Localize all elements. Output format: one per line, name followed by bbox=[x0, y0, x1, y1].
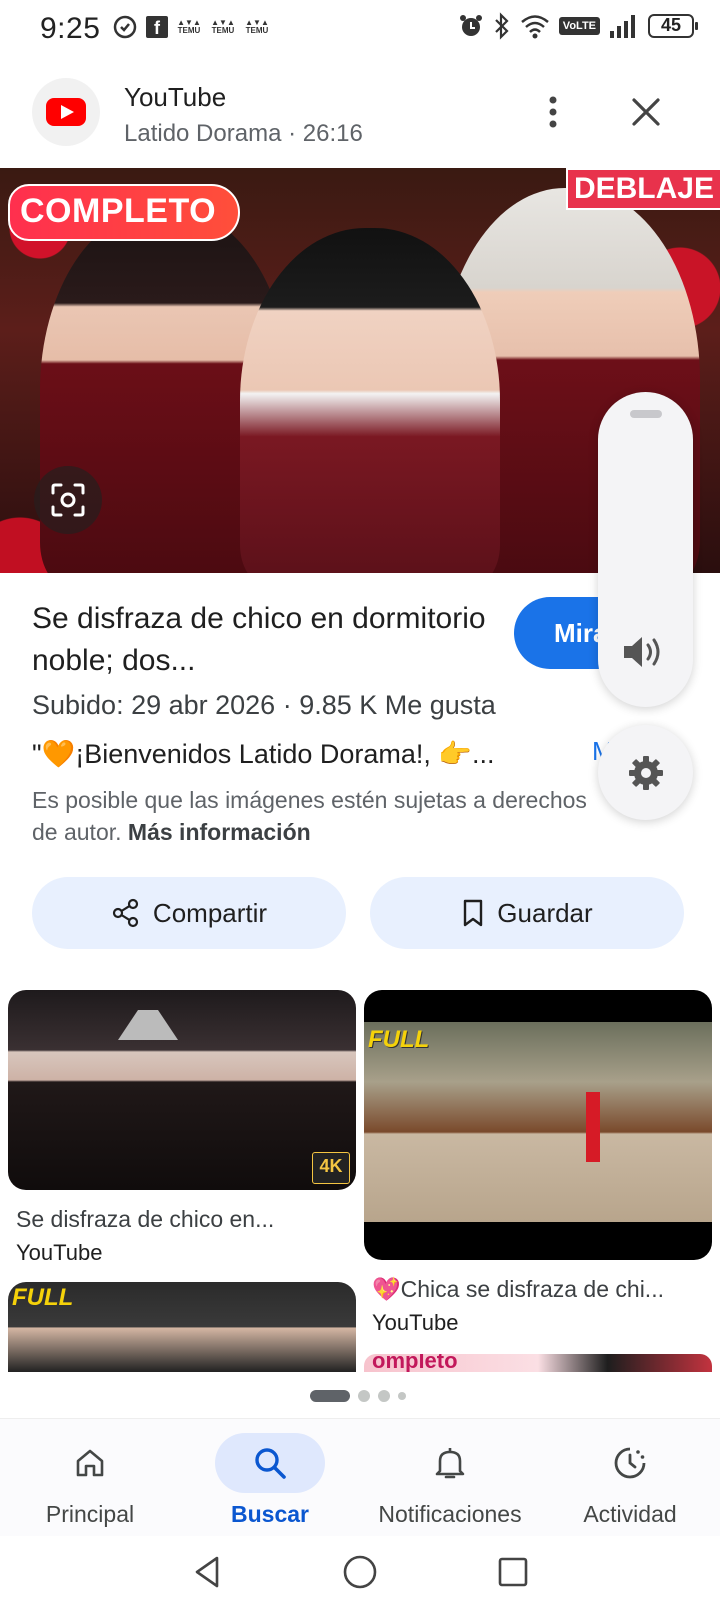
youtube-play-icon bbox=[46, 98, 86, 126]
save-button[interactable]: Guardar bbox=[370, 877, 684, 949]
nav-activity[interactable]: Actividad bbox=[540, 1433, 720, 1528]
bottom-navigation: Principal Buscar Notificaciones Activida… bbox=[0, 1418, 720, 1536]
source-header: YouTube Latido Dorama · 26:16 bbox=[0, 78, 720, 148]
more-options-icon[interactable] bbox=[538, 92, 568, 132]
nav-icon-container bbox=[395, 1433, 505, 1493]
nav-icon-container bbox=[35, 1433, 145, 1493]
volume-handle[interactable] bbox=[630, 410, 662, 418]
gear-icon bbox=[628, 755, 663, 790]
description: "🧡¡Bienvenidos Latido Dorama!, 👉... bbox=[32, 739, 495, 769]
upload-meta: Subido: 29 abr 2026 · 9.85 K Me gusta bbox=[32, 690, 496, 720]
nav-label: Notificaciones bbox=[378, 1501, 522, 1527]
related-source: YouTube bbox=[16, 1240, 103, 1265]
system-navigation-bar bbox=[0, 1536, 720, 1612]
home-circle-icon bbox=[343, 1555, 377, 1589]
page-indicator bbox=[310, 1390, 406, 1402]
doblaje-badge: DEBLAJE bbox=[565, 168, 720, 210]
save-label: Guardar bbox=[497, 897, 593, 928]
back-button[interactable] bbox=[185, 1550, 229, 1594]
close-icon[interactable] bbox=[626, 92, 666, 132]
share-button[interactable]: Compartir bbox=[32, 877, 346, 949]
bluetooth-icon bbox=[495, 12, 509, 40]
more-info-link[interactable]: Más información bbox=[128, 819, 311, 845]
result-title[interactable]: Se disfraza de chico en dormitorio noble… bbox=[32, 598, 502, 682]
related-thumbnail[interactable]: 4K bbox=[8, 990, 356, 1190]
completo-tag: ompleto bbox=[372, 1354, 458, 1372]
page-dot bbox=[398, 1392, 406, 1400]
bell-icon bbox=[435, 1448, 465, 1479]
search-icon bbox=[255, 1448, 286, 1479]
share-icon bbox=[112, 898, 139, 928]
completo-badge: COMPLETO bbox=[8, 184, 241, 241]
system-icons: VoLTE 45 bbox=[458, 12, 698, 40]
thumbnail-art bbox=[118, 1000, 178, 1040]
nav-label: Actividad bbox=[583, 1501, 677, 1527]
4k-badge: 4K bbox=[312, 1152, 350, 1184]
source-title[interactable]: YouTube bbox=[124, 82, 226, 113]
alarm-icon bbox=[459, 15, 482, 36]
volte-badge: VoLTE bbox=[558, 17, 600, 35]
full-tag: FULL bbox=[12, 1284, 74, 1311]
youtube-logo bbox=[32, 78, 100, 146]
source-channel-duration: Latido Dorama · 26:16 bbox=[124, 120, 363, 147]
status-time: 9:25 bbox=[40, 12, 101, 45]
back-triangle-icon bbox=[195, 1556, 219, 1588]
share-label: Compartir bbox=[152, 897, 268, 928]
full-tag: FULL bbox=[368, 1026, 430, 1053]
recents-button[interactable] bbox=[491, 1550, 535, 1594]
temu-icon: ▲▼▲ TEMU bbox=[245, 18, 269, 35]
lens-search-button[interactable] bbox=[34, 466, 102, 534]
volume-slider[interactable] bbox=[598, 392, 693, 707]
related-title[interactable]: 💖Chica se disfraza de chi... bbox=[372, 1276, 664, 1303]
lens-icon bbox=[51, 483, 85, 517]
signal-icon bbox=[610, 15, 635, 38]
nav-icon-container bbox=[215, 1433, 325, 1493]
speaker-icon[interactable] bbox=[620, 632, 670, 672]
related-source: YouTube bbox=[372, 1310, 459, 1335]
page-dot-active bbox=[310, 1390, 350, 1402]
related-thumbnail[interactable]: FULL bbox=[364, 990, 712, 1260]
page-dot bbox=[378, 1390, 390, 1402]
wifi-icon bbox=[520, 15, 549, 39]
related-title[interactable]: Se disfraza de chico en... bbox=[16, 1206, 274, 1233]
facebook-icon: f bbox=[146, 16, 168, 38]
thumbnail-detail bbox=[586, 1092, 600, 1162]
nav-icon-container bbox=[575, 1433, 685, 1493]
nav-home[interactable]: Principal bbox=[0, 1433, 180, 1528]
nav-notifications[interactable]: Notificaciones bbox=[360, 1433, 540, 1528]
data-saver-icon bbox=[113, 15, 137, 39]
home-button[interactable] bbox=[338, 1550, 382, 1594]
hero-figure-center bbox=[240, 228, 500, 573]
temu-icon: ▲▼▲ TEMU bbox=[177, 18, 201, 35]
page-dot bbox=[358, 1390, 370, 1402]
status-bar: 9:25 f ▲▼▲ TEMU ▲▼▲ TEMU ▲▼▲ TEMU VoLTE 45 bbox=[0, 0, 720, 56]
home-icon bbox=[76, 1449, 104, 1477]
copyright-notice: Es posible que las imágenes estén sujeta… bbox=[32, 784, 602, 848]
nav-label: Principal bbox=[45, 1501, 135, 1527]
related-thumbnail[interactable]: FULL bbox=[8, 1282, 356, 1372]
battery-icon: 45 bbox=[648, 14, 698, 38]
nav-label: Buscar bbox=[231, 1501, 309, 1527]
history-icon bbox=[614, 1447, 646, 1479]
notification-icons: f ▲▼▲ TEMU ▲▼▲ TEMU ▲▼▲ TEMU bbox=[112, 14, 270, 40]
recents-square-icon bbox=[498, 1557, 528, 1587]
related-thumbnail[interactable]: ompleto bbox=[364, 1354, 712, 1372]
temu-icon: ▲▼▲ TEMU bbox=[211, 18, 235, 35]
nav-search[interactable]: Buscar bbox=[180, 1433, 360, 1528]
bookmark-icon bbox=[464, 899, 483, 927]
volume-settings-button[interactable] bbox=[598, 725, 693, 820]
